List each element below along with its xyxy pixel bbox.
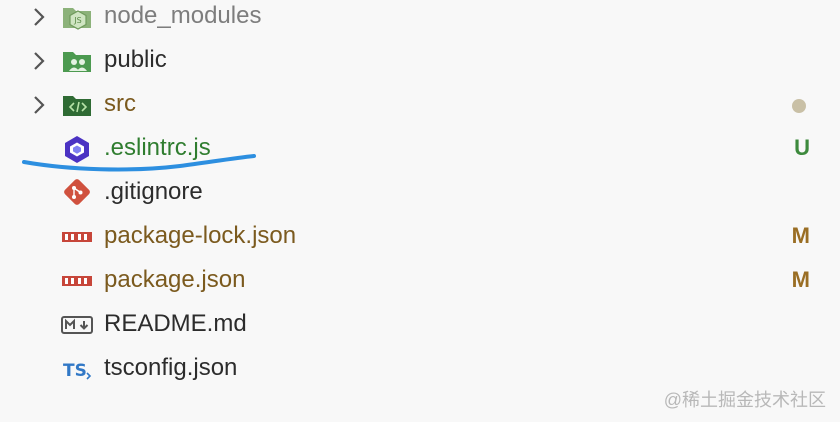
tree-item-label: .gitignore [104, 178, 203, 205]
nodejs-folder-icon: JS [63, 8, 91, 30]
tree-item-label: package-lock.json [104, 222, 297, 249]
chevron-right-icon[interactable] [28, 93, 50, 117]
tree-item-label: tsconfig.json [104, 354, 238, 381]
watermark: @稀土掘金技术社区 [663, 390, 826, 410]
markdown-icon [61, 316, 93, 334]
svg-text:JS: JS [73, 16, 81, 25]
tree-item-label: public [104, 46, 167, 73]
annotation-underline [22, 154, 256, 172]
chevron-right-icon[interactable] [28, 49, 50, 73]
git-status-dot [792, 99, 806, 113]
tree-row-tsconfig[interactable]: TS tsconfig.json [0, 347, 840, 391]
tree-row-readme[interactable]: README.md [0, 303, 840, 347]
public-folder-icon [63, 52, 91, 72]
typescript-icon: TS [63, 361, 92, 381]
git-icon [64, 179, 90, 205]
tree-row-package-lock[interactable]: package-lock.json M [0, 215, 840, 259]
tree-item-label: package.json [104, 266, 246, 293]
tree-row-public[interactable]: public [0, 39, 840, 83]
git-status-modified: M [791, 267, 810, 292]
tree-item-label: src [104, 90, 136, 117]
svg-text:TS: TS [63, 361, 87, 381]
git-status-untracked: U [794, 135, 810, 160]
tree-item-label: node_modules [104, 2, 262, 29]
tree-row-src[interactable]: src [0, 83, 840, 127]
npm-icon [62, 232, 92, 242]
git-status-modified: M [791, 223, 810, 248]
tree-row-package-json[interactable]: package.json M [0, 259, 840, 303]
npm-icon [62, 276, 92, 286]
src-folder-icon [63, 96, 91, 116]
tree-row-gitignore[interactable]: .gitignore [0, 171, 840, 215]
tree-row-node-modules[interactable]: JS node_modules [0, 0, 840, 39]
chevron-right-icon[interactable] [28, 5, 50, 29]
tree-item-label: README.md [104, 310, 247, 337]
